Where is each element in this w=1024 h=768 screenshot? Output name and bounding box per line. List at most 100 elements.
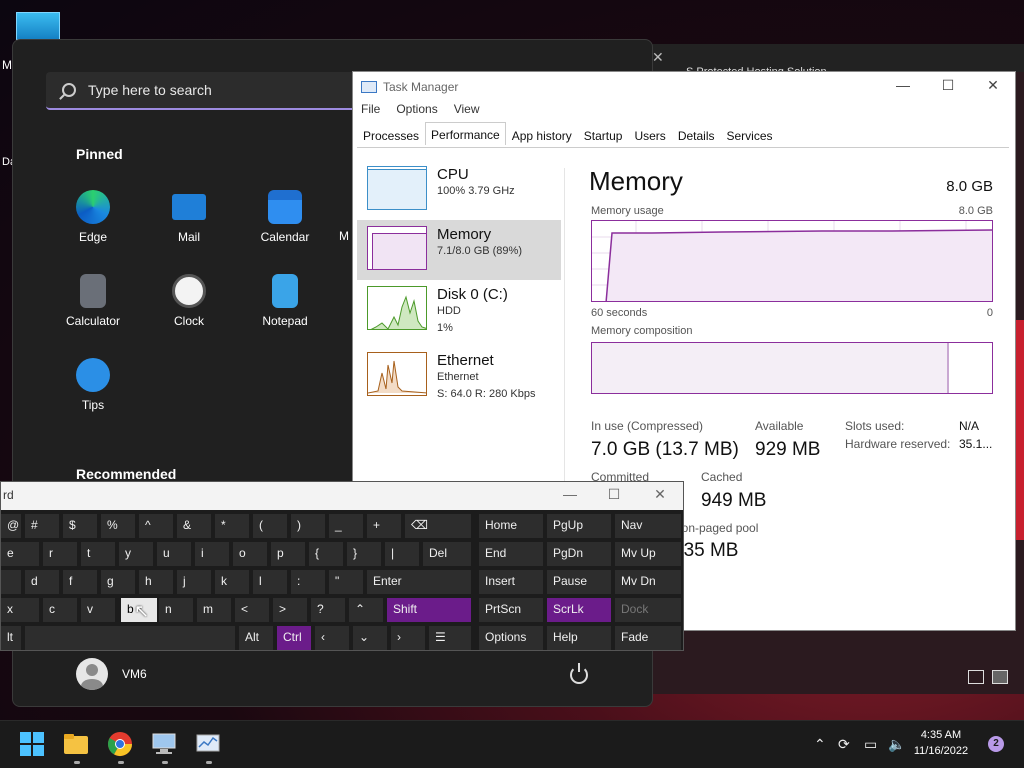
key[interactable]: l: [253, 570, 287, 594]
perf-item-disk[interactable]: Disk 0 (C:) HDD 1%: [357, 280, 561, 340]
key[interactable]: ?: [311, 598, 345, 622]
key[interactable]: r: [43, 542, 77, 566]
pinned-app-label-truncated[interactable]: M: [339, 229, 349, 243]
search-input[interactable]: Type here to search: [46, 72, 366, 110]
dock-key[interactable]: Dock: [615, 598, 681, 622]
key[interactable]: y: [119, 542, 153, 566]
delete-key[interactable]: Del: [423, 542, 471, 566]
chevron-up-icon[interactable]: ⌃: [814, 736, 826, 753]
key[interactable]: i: [195, 542, 229, 566]
close-button[interactable]: ✕: [973, 77, 1013, 97]
pgdn-key[interactable]: PgDn: [547, 542, 611, 566]
key[interactable]: &: [177, 514, 211, 538]
key[interactable]: d: [25, 570, 59, 594]
key[interactable]: <: [235, 598, 269, 622]
maximize-button[interactable]: ☐: [599, 486, 629, 506]
key[interactable]: u: [157, 542, 191, 566]
menu-key[interactable]: ☰: [429, 626, 471, 650]
pinned-app-mail[interactable]: Mail: [144, 190, 234, 244]
key[interactable]: *: [215, 514, 249, 538]
left-arrow-key[interactable]: ‹: [315, 626, 349, 650]
shift-key[interactable]: Shift: [387, 598, 471, 622]
tab-app-history[interactable]: App history: [506, 124, 578, 147]
system-clock[interactable]: 4:35 AM 11/16/2022: [906, 728, 976, 760]
key[interactable]: t: [81, 542, 115, 566]
task-manager-taskbar-button[interactable]: [194, 730, 222, 758]
desktop-icon[interactable]: [16, 12, 60, 40]
alt-left-key[interactable]: lt: [1, 626, 21, 650]
key[interactable]: o: [233, 542, 267, 566]
close-tab-icon[interactable]: ✕: [652, 49, 664, 66]
power-icon[interactable]: [570, 663, 588, 684]
background-tab[interactable]: S Protected Hosting Solution: [650, 44, 1024, 78]
right-arrow-key[interactable]: ›: [391, 626, 425, 650]
file-explorer-button[interactable]: [62, 730, 90, 758]
user-account[interactable]: VM6: [76, 658, 147, 690]
up-arrow-key[interactable]: ⌃: [349, 598, 383, 622]
key[interactable]: #: [25, 514, 59, 538]
maximize-button[interactable]: ☐: [928, 77, 968, 97]
tab-startup[interactable]: Startup: [578, 124, 629, 147]
key[interactable]: m: [197, 598, 231, 622]
network-icon[interactable]: ▭: [864, 736, 877, 753]
pinned-app-clock[interactable]: Clock: [144, 274, 234, 328]
help-key[interactable]: Help: [547, 626, 611, 650]
tab-users[interactable]: Users: [628, 124, 671, 147]
key[interactable]: h: [139, 570, 173, 594]
pinned-app-tips[interactable]: Tips: [48, 358, 138, 412]
move-up-key[interactable]: Mv Up: [615, 542, 681, 566]
view-toggle-icon[interactable]: [992, 670, 1008, 684]
key[interactable]: k: [215, 570, 249, 594]
sync-icon[interactable]: ⟳: [838, 736, 850, 753]
key[interactable]: (: [253, 514, 287, 538]
key[interactable]: }: [347, 542, 381, 566]
enter-key[interactable]: Enter: [367, 570, 471, 594]
key[interactable]: g: [101, 570, 135, 594]
key[interactable]: {: [309, 542, 343, 566]
options-key[interactable]: Options: [479, 626, 543, 650]
pinned-app-edge[interactable]: Edge: [48, 190, 138, 244]
tab-services[interactable]: Services: [721, 124, 779, 147]
key[interactable]: %: [101, 514, 135, 538]
minimize-button[interactable]: —: [555, 486, 585, 506]
key[interactable]: v: [81, 598, 115, 622]
key[interactable]: ): [291, 514, 325, 538]
key[interactable]: |: [385, 542, 419, 566]
notification-badge[interactable]: 2: [988, 736, 1004, 752]
key[interactable]: ": [329, 570, 363, 594]
pinned-app-calendar[interactable]: Calendar: [240, 190, 330, 244]
key[interactable]: :: [291, 570, 325, 594]
key[interactable]: e: [1, 542, 39, 566]
end-key[interactable]: End: [479, 542, 543, 566]
alt-key[interactable]: Alt: [239, 626, 273, 650]
menu-file[interactable]: File: [361, 102, 380, 122]
scrlk-key[interactable]: ScrLk: [547, 598, 611, 622]
key[interactable]: @: [1, 514, 21, 538]
key[interactable]: n: [159, 598, 193, 622]
space-key[interactable]: [25, 626, 235, 650]
pinned-app-notepad[interactable]: Notepad: [240, 274, 330, 328]
key[interactable]: $: [63, 514, 97, 538]
key[interactable]: x: [1, 598, 39, 622]
backspace-key[interactable]: ⌫: [405, 514, 471, 538]
tab-performance[interactable]: Performance: [425, 122, 506, 145]
perf-item-memory[interactable]: Memory 7.1/8.0 GB (89%): [357, 220, 561, 280]
key[interactable]: j: [177, 570, 211, 594]
key[interactable]: >: [273, 598, 307, 622]
prtscn-key[interactable]: PrtScn: [479, 598, 543, 622]
remote-desktop-button[interactable]: [150, 730, 178, 758]
insert-key[interactable]: Insert: [479, 570, 543, 594]
menu-options[interactable]: Options: [396, 102, 437, 122]
nav-key[interactable]: Nav: [615, 514, 681, 538]
pinned-app-calculator[interactable]: Calculator: [48, 274, 138, 328]
start-button[interactable]: [18, 730, 46, 758]
tab-processes[interactable]: Processes: [357, 124, 425, 147]
ctrl-key[interactable]: Ctrl: [277, 626, 311, 650]
menu-view[interactable]: View: [454, 102, 480, 122]
key[interactable]: [1, 570, 21, 594]
key[interactable]: c: [43, 598, 77, 622]
perf-item-ethernet[interactable]: Ethernet Ethernet S: 64.0 R: 280 Kbps: [357, 346, 561, 406]
minimize-button[interactable]: —: [883, 77, 923, 97]
fade-key[interactable]: Fade: [615, 626, 681, 650]
key[interactable]: ^: [139, 514, 173, 538]
